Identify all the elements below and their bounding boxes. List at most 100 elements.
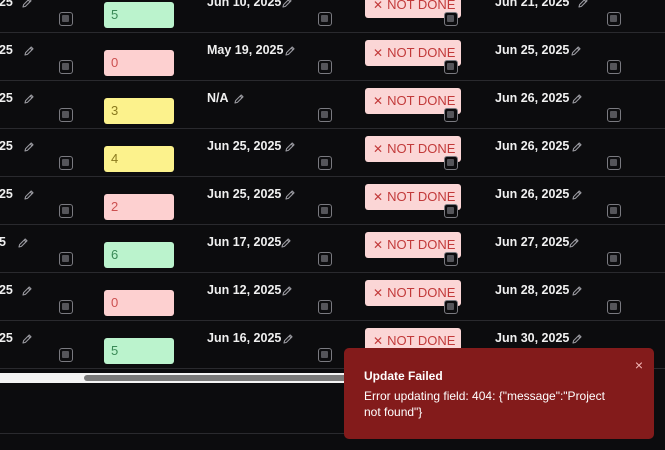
row-checkbox[interactable] (59, 12, 73, 26)
status-label: NOT DONE (387, 45, 456, 60)
start-date-text: Jun 10, 2025 (207, 0, 282, 9)
pencil-icon[interactable] (571, 141, 583, 153)
score-badge[interactable]: 5 (104, 338, 174, 364)
row-checkbox[interactable] (444, 204, 458, 218)
table-row: 025 3 N/A ✕NOT DONE Jun 26, 2025 (0, 81, 665, 129)
pencil-icon[interactable] (23, 93, 35, 105)
end-date-text: Jun 28, 2025 (495, 283, 570, 297)
row-checkbox[interactable] (607, 300, 621, 314)
pencil-icon[interactable] (568, 237, 580, 249)
row-checkbox[interactable] (318, 252, 332, 266)
scrollbar-thumb[interactable] (84, 375, 360, 381)
row-checkbox[interactable] (59, 348, 73, 362)
score-badge[interactable]: 0 (104, 290, 174, 316)
error-toast: × Update Failed Error updating field: 40… (344, 348, 654, 439)
row-checkbox[interactable] (444, 60, 458, 74)
end-date-text: Jun 30, 2025 (495, 331, 570, 345)
row-checkbox[interactable] (607, 156, 621, 170)
start-date-text: Jun 16, 2025 (207, 331, 282, 345)
data-table: 0255Jun 10, 2025✕NOT DONEJun 21, 2025025… (0, 0, 665, 369)
row-checkbox[interactable] (318, 12, 332, 26)
close-icon[interactable]: × (635, 358, 643, 372)
pencil-icon[interactable] (281, 0, 293, 9)
pencil-icon[interactable] (284, 189, 296, 201)
pencil-icon[interactable] (17, 237, 29, 249)
due-date-text: 025 (0, 139, 13, 153)
pencil-icon[interactable] (280, 237, 292, 249)
row-checkbox[interactable] (318, 204, 332, 218)
pencil-icon[interactable] (571, 333, 583, 345)
row-checkbox[interactable] (444, 156, 458, 170)
row-checkbox[interactable] (59, 60, 73, 74)
row-checkbox[interactable] (59, 108, 73, 122)
row-checkbox[interactable] (444, 12, 458, 26)
start-date-text: N/A (207, 91, 229, 105)
end-date-text: Jun 26, 2025 (495, 187, 570, 201)
score-badge[interactable]: 4 (104, 146, 174, 172)
status-label: NOT DONE (387, 141, 456, 156)
pencil-icon[interactable] (577, 0, 589, 9)
row-checkbox[interactable] (318, 60, 332, 74)
score-badge[interactable]: 5 (104, 2, 174, 28)
start-date-text: Jun 25, 2025 (207, 187, 282, 201)
start-date-text: Jun 17, 2025 (207, 235, 282, 249)
score-badge[interactable]: 6 (104, 242, 174, 268)
pencil-icon[interactable] (284, 45, 296, 57)
row-checkbox[interactable] (444, 300, 458, 314)
score-badge[interactable]: 0 (104, 50, 174, 76)
pencil-icon[interactable] (21, 333, 33, 345)
row-checkbox[interactable] (607, 60, 621, 74)
table-row: 25 6 Jun 17, 2025 ✕NOT DONE Jun 27, 2025 (0, 225, 665, 273)
end-date-text: Jun 25, 2025 (495, 43, 570, 57)
row-checkbox[interactable] (607, 252, 621, 266)
row-checkbox[interactable] (59, 156, 73, 170)
row-checkbox[interactable] (607, 12, 621, 26)
pencil-icon[interactable] (282, 333, 294, 345)
horizontal-scrollbar[interactable] (0, 373, 360, 383)
due-date-text: 025 (0, 187, 13, 201)
start-date-text: Jun 25, 2025 (207, 139, 282, 153)
row-checkbox[interactable] (318, 348, 332, 362)
row-checkbox[interactable] (318, 108, 332, 122)
divider (0, 433, 360, 434)
close-icon: ✕ (373, 190, 384, 204)
row-checkbox[interactable] (318, 300, 332, 314)
pencil-icon[interactable] (21, 0, 33, 9)
score-badge[interactable]: 2 (104, 194, 174, 220)
row-checkbox[interactable] (59, 252, 73, 266)
end-date-text: Jun 26, 2025 (495, 139, 570, 153)
pencil-icon[interactable] (570, 45, 582, 57)
status-label: NOT DONE (387, 93, 456, 108)
row-checkbox[interactable] (444, 108, 458, 122)
close-icon: ✕ (373, 0, 384, 12)
pencil-icon[interactable] (571, 189, 583, 201)
table-row: 025 0 Jun 12, 2025 ✕NOT DONE Jun 28, 2025 (0, 273, 665, 321)
pencil-icon[interactable] (233, 93, 245, 105)
row-checkbox[interactable] (59, 300, 73, 314)
pencil-icon[interactable] (281, 285, 293, 297)
pencil-icon[interactable] (23, 189, 35, 201)
due-date-text: 025 (0, 0, 13, 9)
toast-title: Update Failed (364, 369, 443, 383)
score-badge[interactable]: 3 (104, 98, 174, 124)
status-label: NOT DONE (387, 333, 456, 348)
pencil-icon[interactable] (571, 285, 583, 297)
row-checkbox[interactable] (444, 252, 458, 266)
pencil-icon[interactable] (23, 141, 35, 153)
row-checkbox[interactable] (607, 204, 621, 218)
pencil-icon[interactable] (23, 45, 35, 57)
toast-message: Error updating field: 404: {"message":"P… (364, 389, 605, 419)
row-checkbox[interactable] (59, 204, 73, 218)
row-checkbox[interactable] (318, 156, 332, 170)
pencil-icon[interactable] (21, 285, 33, 297)
due-date-text: 025 (0, 91, 13, 105)
pencil-icon[interactable] (571, 93, 583, 105)
start-date-text: May 19, 2025 (207, 43, 284, 57)
row-checkbox[interactable] (607, 108, 621, 122)
close-icon: ✕ (373, 46, 384, 60)
pencil-icon[interactable] (284, 141, 296, 153)
end-date-text: Jun 21, 2025 (495, 0, 570, 9)
start-date-text: Jun 12, 2025 (207, 283, 282, 297)
end-date-text: Jun 26, 2025 (495, 91, 570, 105)
table-row: 025 4 Jun 25, 2025 ✕NOT DONE Jun 26, 2025 (0, 129, 665, 177)
